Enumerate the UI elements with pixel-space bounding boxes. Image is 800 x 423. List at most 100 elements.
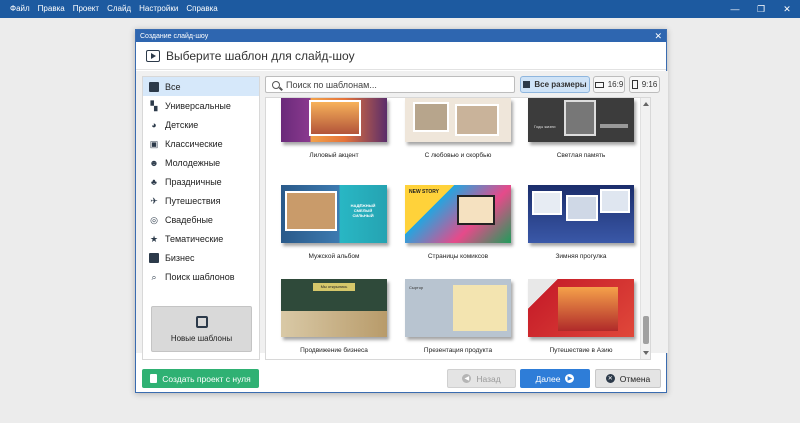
template-thumbnail: НАДЁЖНЫЙ СМЕЛЫЙ СИЛЬНЫЙ — [281, 185, 387, 243]
template-tile[interactable]: НАДЁЖНЫЙ СМЕЛЫЙ СИЛЬНЫЙ Мужской альбом — [281, 185, 391, 260]
template-tile[interactable]: Лиловый акцент — [281, 98, 391, 159]
template-label: С любовью и скорбью — [424, 152, 492, 159]
arrow-left-icon: ◀ — [462, 374, 472, 383]
cancel-button[interactable]: ✕ Отмена — [595, 369, 661, 388]
scrollbar-thumb[interactable] — [643, 316, 649, 344]
search-input[interactable]: Поиск по шаблонам... — [265, 76, 515, 93]
template-label: Светлая память — [556, 152, 606, 159]
filter-16-9[interactable]: 16:9 — [593, 76, 625, 93]
filter-label: Все размеры — [534, 80, 587, 89]
document-icon — [150, 374, 158, 383]
category-universal[interactable]: ▚ Универсальные — [143, 96, 259, 115]
category-label: Бизнес — [165, 252, 195, 263]
minimize-icon[interactable]: — — [722, 0, 748, 18]
landscape-icon — [594, 81, 604, 88]
category-label: Молодежные — [165, 157, 221, 168]
category-label: Поиск шаблонов — [165, 271, 235, 282]
star-icon: ★ — [149, 233, 159, 244]
template-thumbnail — [405, 98, 511, 142]
menu-settings[interactable]: Настройки — [135, 0, 182, 18]
category-label: Праздничные — [165, 176, 222, 187]
dialog-titlebar: Создание слайд-шоу ✕ — [136, 30, 666, 42]
create-from-scratch-button[interactable]: Создать проект с нуля — [142, 369, 259, 388]
next-button[interactable]: Далее ▶ — [520, 369, 590, 388]
dialog-close-icon[interactable]: ✕ — [654, 30, 662, 42]
category-label: Свадебные — [165, 214, 213, 225]
create-label: Создать проект с нуля — [162, 373, 251, 384]
template-dialog: Создание слайд-шоу ✕ Выберите шаблон для… — [135, 29, 668, 393]
template-tile[interactable]: Путешествие в Азию — [528, 279, 638, 354]
template-label: Страницы комиксов — [427, 253, 489, 260]
slideshow-icon — [146, 49, 160, 62]
thumb-text: NEW STORY — [409, 189, 440, 195]
template-tile[interactable]: Мы открылись Продвижение бизнеса — [281, 279, 391, 354]
category-travel[interactable]: ✈ Путешествия — [143, 191, 259, 210]
app-titlebar: Файл Правка Проект Слайд Настройки Справ… — [0, 0, 800, 18]
template-tile[interactable]: NEW STORY Страницы комиксов — [405, 185, 515, 260]
search-icon — [272, 80, 280, 89]
restore-icon[interactable]: ❐ — [748, 0, 774, 18]
back-label: Назад — [476, 373, 501, 384]
category-youth[interactable]: ☻ Молодежные — [143, 153, 259, 172]
template-tile[interactable]: Годы жизни Светлая память — [528, 98, 638, 159]
category-label: Классические — [165, 138, 223, 149]
new-templates-label: Новые шаблоны — [170, 333, 233, 343]
template-thumbnail: Годы жизни — [528, 98, 634, 142]
category-all[interactable]: Все — [143, 77, 259, 96]
search-placeholder: Поиск по шаблонам... — [286, 79, 377, 90]
menu-project[interactable]: Проект — [69, 0, 103, 18]
search-icon: ⌕ — [151, 271, 157, 282]
new-templates-icon — [195, 315, 208, 328]
thumb-text: Мы открылись — [313, 283, 355, 291]
grid-icon — [523, 81, 531, 88]
template-label: Путешествие в Азию — [549, 347, 613, 354]
close-icon[interactable]: ✕ — [774, 0, 800, 18]
blocks-icon: ▚ — [150, 100, 158, 111]
balloons-icon: ♣ — [151, 176, 157, 187]
thumb-text: НАДЁЖНЫЙ СМЕЛЫЙ СИЛЬНЫЙ — [350, 203, 376, 218]
menu-file[interactable]: Файл — [6, 0, 34, 18]
back-button[interactable]: ◀ Назад — [447, 369, 516, 388]
menu-slide[interactable]: Слайд — [103, 0, 135, 18]
category-classic[interactable]: ▣ Классические — [143, 134, 259, 153]
template-label: Презентация продукта — [423, 347, 493, 354]
new-templates-button[interactable]: Новые шаблоны — [151, 306, 252, 352]
template-tile[interactable]: Сыртор Презентация продукта — [405, 279, 515, 354]
thumb-text: Сыртор — [409, 285, 424, 290]
category-label: Путешествия — [165, 195, 221, 206]
menu-help[interactable]: Справка — [182, 0, 221, 18]
portrait-icon — [631, 80, 638, 89]
filter-label: 16:9 — [607, 80, 624, 89]
category-business[interactable]: Бизнес — [143, 248, 259, 267]
grid-scrollbar[interactable] — [640, 98, 650, 359]
window-controls: — ❐ ✕ — [722, 0, 800, 18]
category-thematic[interactable]: ★ Тематические — [143, 229, 259, 248]
category-holiday[interactable]: ♣ Праздничные — [143, 172, 259, 191]
category-wedding[interactable]: ◎ Свадебные — [143, 210, 259, 229]
stroller-icon: ◕ — [151, 119, 157, 130]
template-label: Мужской альбом — [308, 253, 360, 260]
filter-9-16[interactable]: 9:16 — [629, 76, 660, 93]
category-search[interactable]: ⌕ Поиск шаблонов — [143, 267, 259, 286]
grid-icon — [149, 81, 159, 92]
filter-all-sizes[interactable]: Все размеры — [520, 76, 590, 93]
close-icon: ✕ — [605, 374, 615, 383]
rings-icon: ◎ — [150, 214, 158, 225]
scroll-down-icon[interactable] — [643, 351, 649, 355]
template-thumbnail — [528, 279, 634, 337]
menu-edit[interactable]: Правка — [34, 0, 69, 18]
template-thumbnail: Сыртор — [405, 279, 511, 337]
plane-icon: ✈ — [150, 195, 158, 206]
category-kids[interactable]: ◕ Детские — [143, 115, 259, 134]
template-tile[interactable]: С любовью и скорбью — [405, 98, 515, 159]
next-label: Далее — [535, 373, 561, 384]
filter-label: 9:16 — [641, 80, 658, 89]
page-title: Выберите шаблон для слайд-шоу — [166, 48, 355, 63]
dialog-body: Все ▚ Универсальные ◕ Детские ▣ Классиче… — [136, 71, 668, 360]
template-grid: Лиловый акцент С любовью и скорбью Годы … — [265, 97, 651, 360]
template-tile[interactable]: Зимняя прогулка — [528, 185, 638, 260]
template-thumbnail — [281, 98, 387, 142]
camera-icon: ▣ — [149, 138, 159, 149]
template-thumbnail: Мы открылись — [281, 279, 387, 337]
scroll-up-icon[interactable] — [643, 102, 649, 106]
